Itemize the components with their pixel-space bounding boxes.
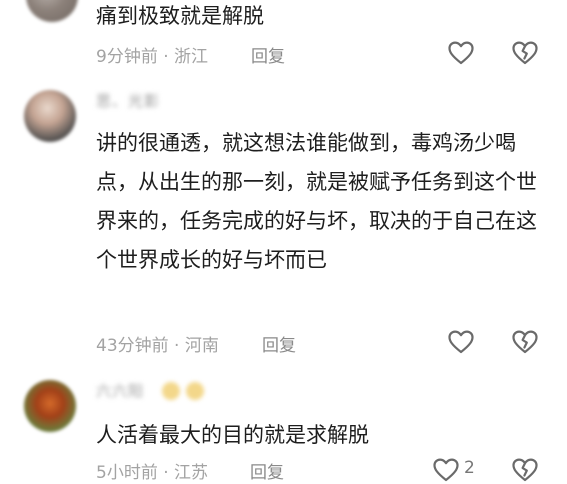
- comment-location: 江苏: [174, 463, 209, 483]
- heart-outline-icon[interactable]: [432, 456, 460, 484]
- broken-heart-icon[interactable]: [511, 456, 539, 484]
- broken-heart-icon[interactable]: [511, 328, 539, 356]
- comment-meta: 5小时前 · 江苏: [96, 458, 208, 483]
- comment-item: 痛到极致就是解脱 9分钟前 · 浙江 回复: [0, 0, 567, 80]
- comment-meta: 43分钟前 · 河南: [96, 331, 219, 356]
- heart-outline-icon[interactable]: [447, 39, 475, 67]
- comment-time: 43分钟前: [96, 336, 169, 356]
- comment-username[interactable]: 思、光影: [96, 90, 160, 111]
- meta-separator: ·: [174, 336, 180, 356]
- avatar[interactable]: [24, 380, 76, 432]
- comment-time: 5小时前: [96, 463, 158, 483]
- reply-button[interactable]: 回复: [251, 42, 285, 67]
- like-count: 2: [464, 458, 475, 478]
- comment-item: 六六阳 人活着最大的目的就是求解脱 5小时前 · 江苏 回复 2: [0, 370, 567, 483]
- comment-item: 思、光影 讲的很通透，就这想法谁能做到，毒鸡汤少喝点，从出生的那一刻，就是被赋予…: [0, 80, 567, 370]
- avatar[interactable]: [24, 90, 76, 142]
- reply-button[interactable]: 回复: [262, 331, 296, 356]
- heart-outline-icon[interactable]: [447, 328, 475, 356]
- reply-button[interactable]: 回复: [250, 458, 284, 483]
- comment-username[interactable]: 六六阳: [96, 380, 144, 401]
- comment-text: 讲的很通透，就这想法谁能做到，毒鸡汤少喝点，从出生的那一刻，就是被赋予任务到这个…: [96, 131, 537, 272]
- meta-separator: ·: [163, 47, 169, 67]
- user-badge: [162, 382, 180, 400]
- user-badge: [186, 382, 204, 400]
- comment-text: 痛到极致就是解脱: [96, 4, 264, 28]
- comment-text: 人活着最大的目的就是求解脱: [96, 423, 369, 447]
- comment-meta: 9分钟前 · 浙江: [96, 42, 208, 67]
- comment-location: 河南: [184, 336, 219, 356]
- broken-heart-icon[interactable]: [511, 39, 539, 67]
- avatar[interactable]: [26, 0, 78, 22]
- comment-location: 浙江: [174, 47, 209, 67]
- meta-separator: ·: [163, 463, 169, 483]
- comment-time: 9分钟前: [96, 47, 158, 67]
